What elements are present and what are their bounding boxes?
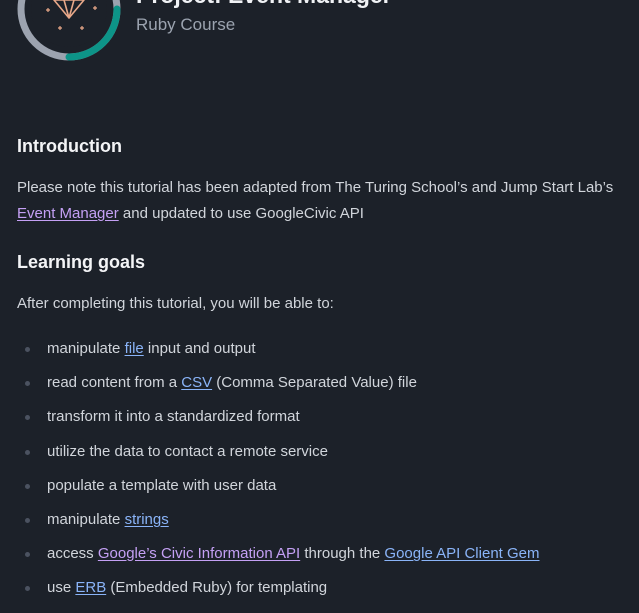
api-client-gem-link[interactable]: Google API Client Gem — [384, 545, 539, 562]
item-text: populate a template with user data — [47, 476, 277, 494]
bullet-icon — [25, 586, 30, 592]
file-link[interactable]: file — [125, 340, 144, 357]
civic-api-link[interactable]: Google’s Civic Information API — [98, 545, 300, 562]
csv-link[interactable]: CSV — [181, 374, 212, 391]
bullet-icon — [25, 552, 30, 558]
list-item: utilize the data to contact a remote ser… — [17, 442, 627, 462]
list-item: transform it into a standardized format — [17, 407, 627, 427]
bullet-icon — [25, 415, 30, 421]
item-text: manipulate — [47, 340, 125, 357]
item-text: manipulate — [47, 510, 125, 528]
learning-goals-heading: Learning goals — [17, 252, 146, 272]
item-text: use — [47, 579, 76, 597]
list-item: manipulate file input and output — [17, 339, 627, 359]
list-item: read content from a CSV (Comma Separated… — [17, 373, 627, 393]
erb-link[interactable]: ERB — [75, 579, 106, 596]
list-item: manipulate strings — [17, 510, 627, 530]
item-text: access — [47, 545, 98, 563]
item-text: through the — [300, 545, 385, 563]
introduction-text: Please note this tutorial has been adapt… — [17, 175, 627, 227]
lesson-content: Introduction Please note this tutorial h… — [17, 132, 627, 613]
learning-goals-lead: After completing this tutorial, you will… — [17, 295, 334, 312]
introduction-heading: Introduction — [17, 136, 122, 156]
list-item: access Google’s Civic Information API th… — [17, 544, 627, 564]
list-item: use ERB (Embedded Ruby) for templating — [17, 578, 627, 598]
bullet-icon — [25, 449, 30, 455]
item-text: (Embedded Ruby) for templating — [106, 579, 328, 597]
item-text: transform it into a standardized format — [47, 408, 300, 426]
learning-goals-list: manipulate file input and output read co… — [17, 339, 627, 598]
event-manager-link[interactable]: Event Manager — [17, 205, 119, 222]
bullet-icon — [25, 483, 30, 489]
item-text: read content from a — [47, 374, 182, 392]
course-name: Ruby Course — [136, 15, 236, 34]
course-badge — [17, 0, 121, 61]
strings-link[interactable]: strings — [125, 511, 169, 528]
page-title: Project: Event Manager — [136, 0, 392, 10]
bullet-icon — [25, 517, 30, 523]
item-text: (Comma Separated Value) file — [212, 374, 417, 392]
introduction-text-start: Please note this tutorial has been adapt… — [17, 179, 614, 196]
list-item: populate a template with user data — [17, 476, 627, 496]
item-text: utilize the data to contact a remote ser… — [47, 442, 328, 460]
item-text: input and output — [143, 340, 256, 357]
introduction-text-end: and updated to use GoogleCivic API — [118, 205, 364, 222]
bullet-icon — [25, 381, 30, 387]
project-header: Project: Event Manager Ruby Course — [136, 0, 392, 36]
bullet-icon — [25, 347, 30, 352]
